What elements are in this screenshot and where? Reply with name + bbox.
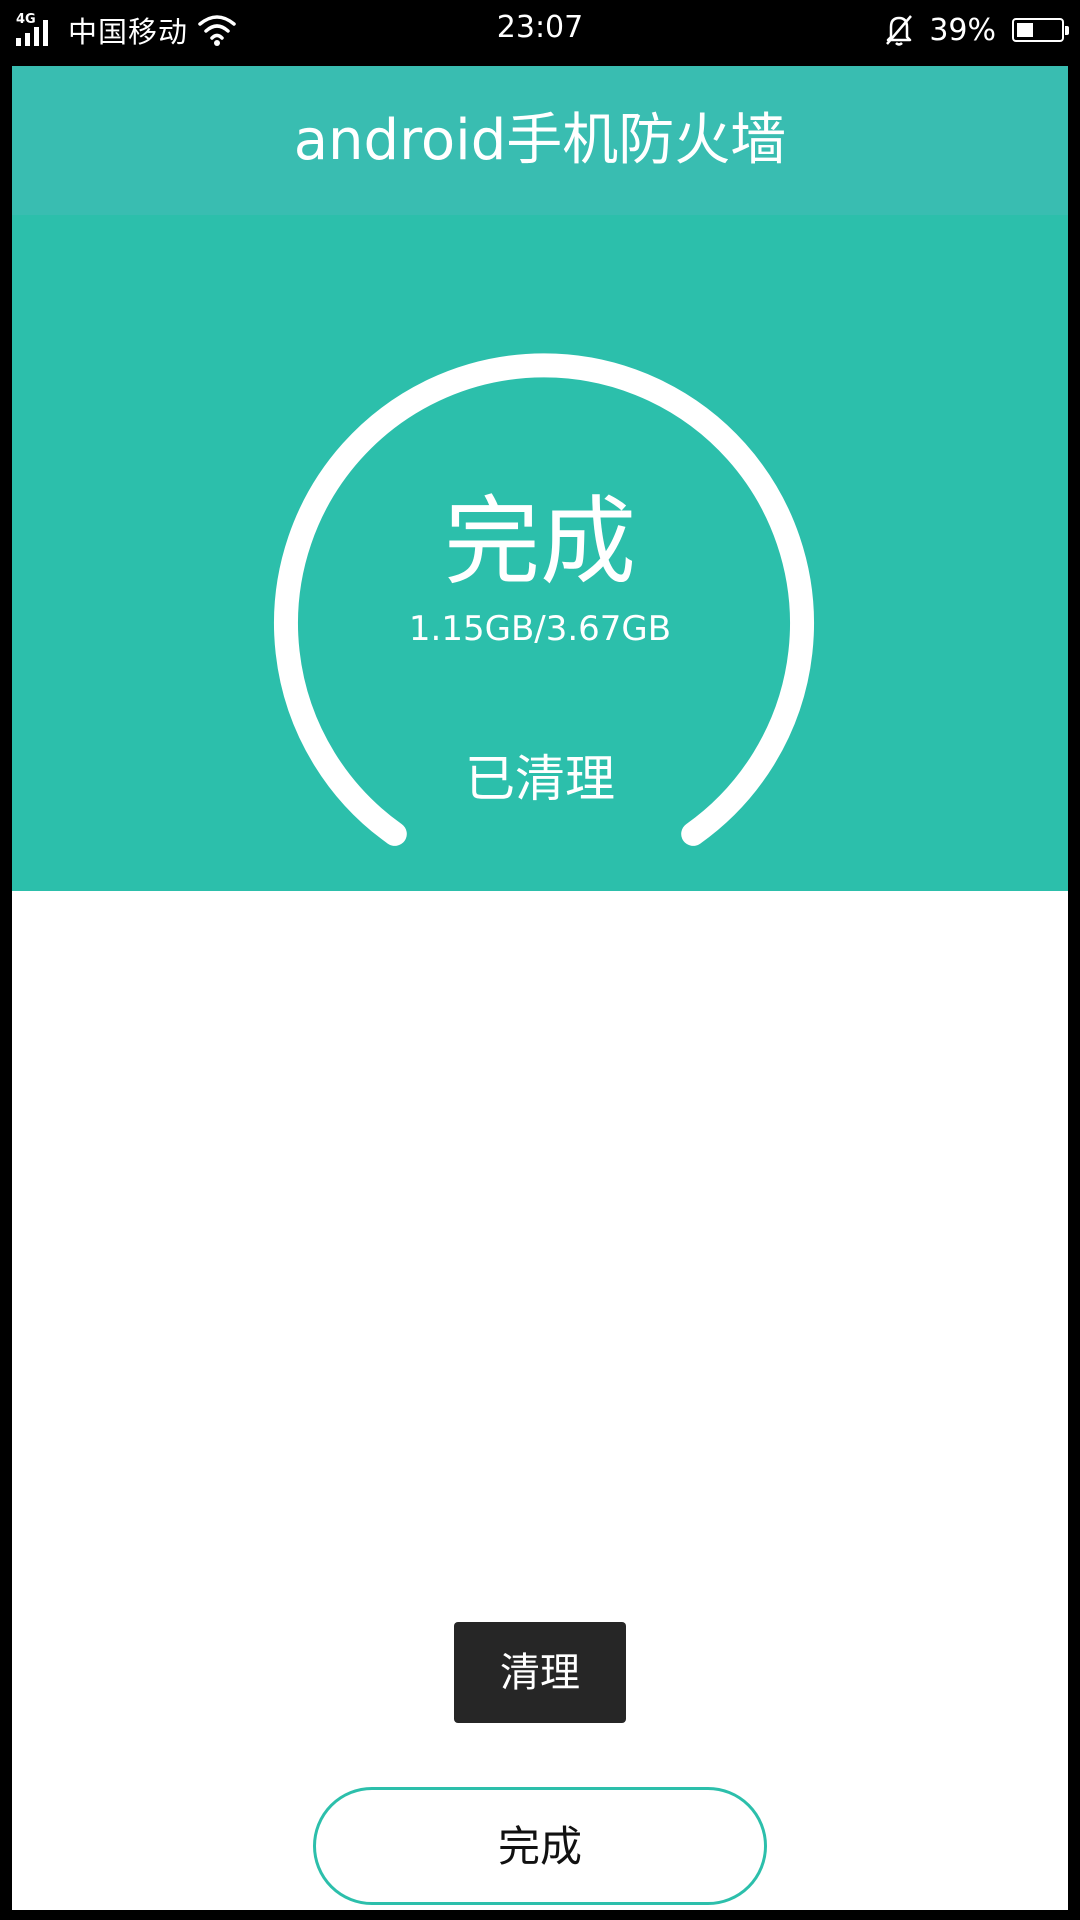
title-bar: android手机防火墙	[12, 66, 1068, 215]
clean-status: 完成	[444, 486, 636, 598]
page-title: android手机防火墙	[293, 108, 787, 173]
cleaned-label: 已清理	[465, 750, 615, 808]
done-button[interactable]: 完成	[313, 1787, 767, 1905]
clean-result-panel: 完成 1.15GB/3.67GB 已清理	[12, 215, 1068, 891]
battery-percent: 39%	[929, 12, 996, 48]
status-right: 39%	[883, 8, 1069, 52]
cleaned-size: 1.15GB/3.67GB	[408, 609, 672, 649]
status-bar: 4G 中国移动 23:07 39%	[0, 0, 1080, 58]
clean-button[interactable]: 清理	[454, 1622, 626, 1723]
battery-icon	[1012, 18, 1069, 42]
bell-muted-icon	[886, 15, 913, 46]
app-window: android手机防火墙 完成 1.15GB/3.67GB 已清理 清理 完成	[12, 66, 1068, 1910]
